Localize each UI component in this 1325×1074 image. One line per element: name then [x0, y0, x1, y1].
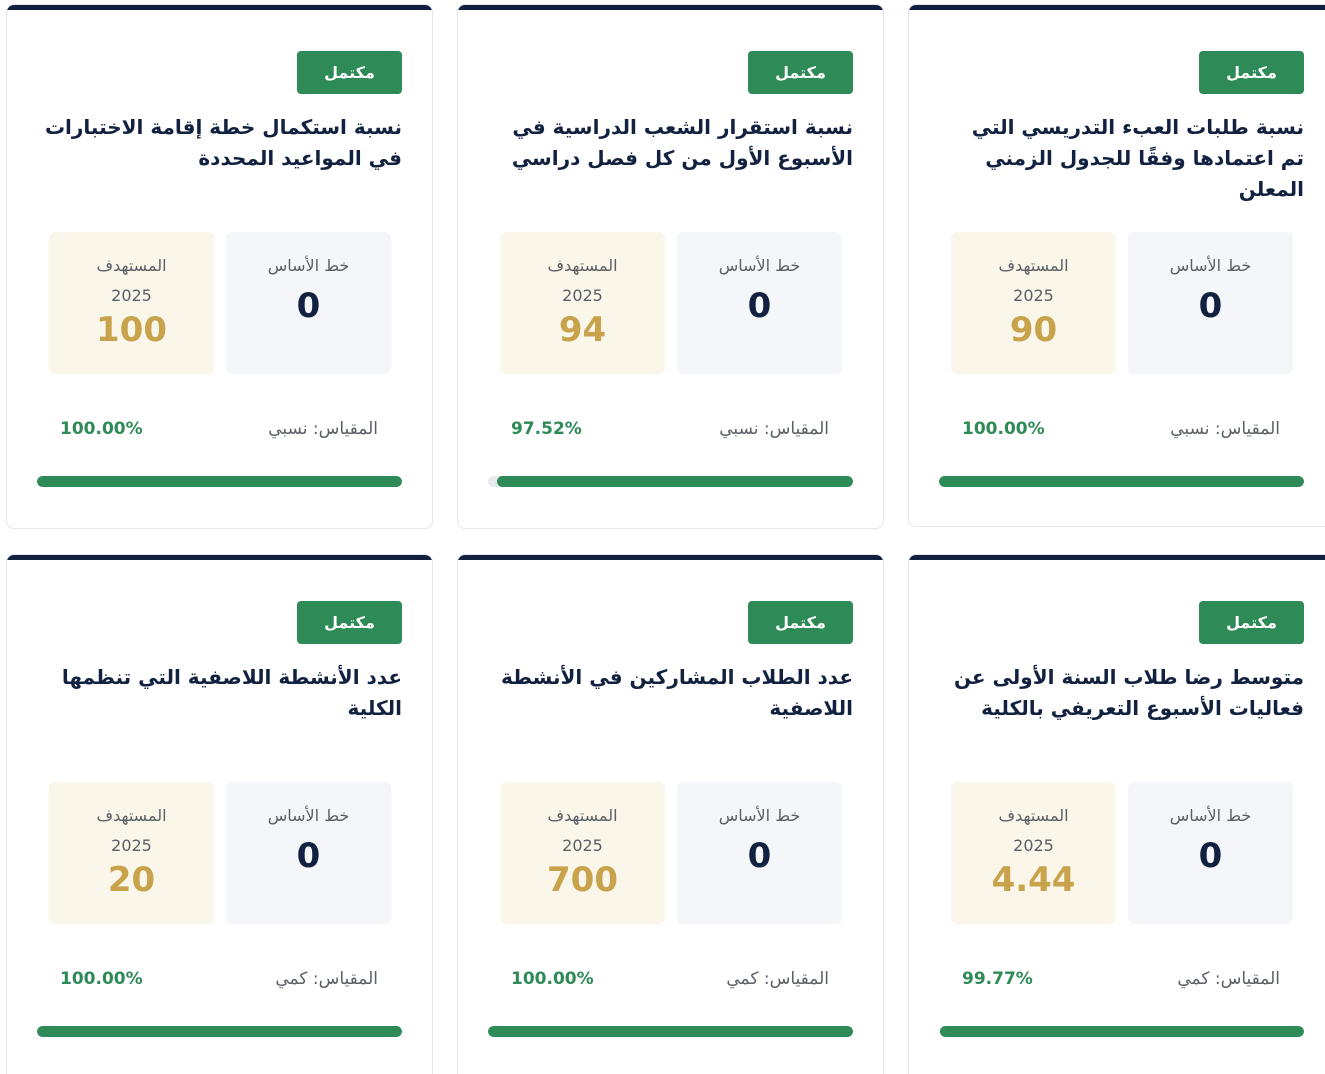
progress-fill	[488, 1026, 853, 1037]
card-header-bar	[909, 5, 1325, 10]
kpi-title: نسبة طلبات العبء التدريسي التي تم اعتماد…	[971, 115, 1304, 201]
baseline-value: 0	[296, 286, 321, 326]
measure-type: المقياس: كمي	[275, 969, 378, 989]
achievement-percent: 97.52%	[511, 419, 582, 439]
progress-fill	[939, 476, 1304, 487]
baseline-label: خط الأساس	[718, 806, 801, 825]
kpi-card[interactable]: مكتمل عدد الطلاب المشاركين في الأنشطة ال…	[457, 554, 884, 1074]
progress-fill	[37, 1026, 402, 1037]
card-header-bar	[458, 555, 883, 560]
baseline-label: خط الأساس	[1169, 256, 1252, 275]
target-label: المستهدف	[547, 806, 618, 825]
target-label: المستهدف	[547, 256, 618, 275]
card-header-bar	[458, 5, 883, 10]
kpi-title: متوسط رضا طلاب السنة الأولى عن فعاليات ا…	[953, 665, 1304, 720]
measure-type: المقياس: كمي	[1177, 969, 1280, 989]
baseline-label: خط الأساس	[1169, 806, 1252, 825]
baseline-box: خط الأساس 0	[1128, 232, 1293, 374]
achievement-percent: 99.77%	[962, 969, 1033, 989]
status-badge: مكتمل	[297, 51, 402, 94]
target-year: 2025	[1013, 836, 1054, 855]
target-label: المستهدف	[96, 256, 167, 275]
target-box: المستهدف 2025 94	[500, 232, 665, 374]
target-box: المستهدف 2025 20	[49, 782, 214, 924]
kpi-title: نسبة استقرار الشعب الدراسية في الأسبوع ا…	[511, 115, 853, 170]
measure-type: المقياس: نسبي	[268, 419, 378, 439]
card-header-bar	[7, 555, 432, 560]
progress-fill	[37, 476, 402, 487]
progress-bar	[37, 1026, 402, 1037]
baseline-box: خط الأساس 0	[226, 232, 391, 374]
target-box: المستهدف 2025 4.44	[951, 782, 1116, 924]
kpi-card[interactable]: مكتمل نسبة استقرار الشعب الدراسية في الأ…	[457, 4, 884, 529]
kpi-card[interactable]: مكتمل نسبة طلبات العبء التدريسي التي تم …	[908, 4, 1325, 527]
kpi-title: عدد الطلاب المشاركين في الأنشطة اللاصفية	[501, 665, 853, 720]
achievement-percent: 100.00%	[962, 419, 1045, 439]
target-label: المستهدف	[96, 806, 167, 825]
target-label: المستهدف	[998, 256, 1069, 275]
target-box: المستهدف 2025 100	[49, 232, 214, 374]
measure-type: المقياس: نسبي	[1170, 419, 1280, 439]
status-badge: مكتمل	[748, 51, 853, 94]
target-value: 94	[558, 310, 607, 350]
achievement-percent: 100.00%	[60, 419, 143, 439]
target-year: 2025	[111, 286, 152, 305]
kpi-title: عدد الأنشطة اللاصفية التي تنظمها الكلية	[61, 665, 402, 720]
baseline-value: 0	[1198, 286, 1223, 326]
baseline-label: خط الأساس	[267, 256, 350, 275]
baseline-box: خط الأساس 0	[677, 232, 842, 374]
card-header-bar	[909, 555, 1325, 560]
progress-fill	[939, 1026, 1304, 1037]
target-value: 20	[107, 860, 156, 900]
baseline-label: خط الأساس	[267, 806, 350, 825]
progress-bar	[37, 476, 402, 487]
progress-bar	[939, 476, 1304, 487]
status-badge: مكتمل	[748, 601, 853, 644]
baseline-value: 0	[1198, 836, 1223, 876]
baseline-label: خط الأساس	[718, 256, 801, 275]
kpi-title: نسبة استكمال خطة إقامة الاختبارات في الم…	[44, 115, 402, 170]
achievement-percent: 100.00%	[511, 969, 594, 989]
target-box: المستهدف 2025 700	[500, 782, 665, 924]
baseline-value: 0	[296, 836, 321, 876]
target-year: 2025	[562, 286, 603, 305]
baseline-box: خط الأساس 0	[1128, 782, 1293, 924]
kpi-card[interactable]: مكتمل متوسط رضا طلاب السنة الأولى عن فعا…	[908, 554, 1325, 1074]
target-value: 90	[1009, 310, 1058, 350]
achievement-percent: 100.00%	[60, 969, 143, 989]
progress-bar	[488, 476, 853, 487]
progress-bar	[488, 1026, 853, 1037]
target-label: المستهدف	[998, 806, 1069, 825]
target-value: 4.44	[991, 860, 1076, 900]
status-badge: مكتمل	[1199, 601, 1304, 644]
target-value: 100	[96, 310, 167, 350]
kpi-card[interactable]: مكتمل نسبة استكمال خطة إقامة الاختبارات …	[6, 4, 433, 529]
target-year: 2025	[562, 836, 603, 855]
progress-fill	[497, 476, 853, 487]
baseline-box: خط الأساس 0	[226, 782, 391, 924]
progress-bar	[939, 1026, 1304, 1037]
kpi-card[interactable]: مكتمل عدد الأنشطة اللاصفية التي تنظمها ا…	[6, 554, 433, 1074]
status-badge: مكتمل	[1199, 51, 1304, 94]
measure-type: المقياس: كمي	[726, 969, 829, 989]
baseline-box: خط الأساس 0	[677, 782, 842, 924]
kpi-card-grid: مكتمل نسبة طلبات العبء التدريسي التي تم …	[0, 0, 1325, 1074]
target-year: 2025	[1013, 286, 1054, 305]
status-badge: مكتمل	[297, 601, 402, 644]
baseline-value: 0	[747, 836, 772, 876]
measure-type: المقياس: نسبي	[719, 419, 829, 439]
card-header-bar	[7, 5, 432, 10]
target-year: 2025	[111, 836, 152, 855]
target-value: 700	[547, 860, 618, 900]
baseline-value: 0	[747, 286, 772, 326]
target-box: المستهدف 2025 90	[951, 232, 1116, 374]
